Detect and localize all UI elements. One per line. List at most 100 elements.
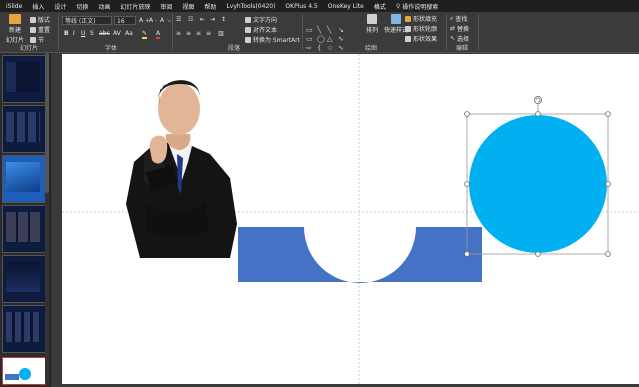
divider <box>58 14 59 50</box>
font-color-button[interactable]: A <box>156 30 161 39</box>
blue-rectangle-shape[interactable] <box>238 227 482 283</box>
tab-transitions[interactable]: 切换 <box>76 2 88 11</box>
smartart-button[interactable]: 转换为 SmartArt <box>245 35 300 44</box>
align-right-button[interactable]: ≡ <box>196 30 201 37</box>
strikethrough-button[interactable]: abc <box>99 30 110 37</box>
select-button[interactable]: ↖ 选择 <box>450 34 469 43</box>
group-label-editing: 编辑 <box>456 45 469 52</box>
line-shape-icon[interactable]: ╲ <box>317 26 321 34</box>
reset-icon <box>30 26 36 33</box>
reset-label: 重置 <box>38 27 51 34</box>
shape-effects-button[interactable]: 形状效果 <box>405 34 437 43</box>
thumbnail-circle <box>19 368 31 380</box>
tab-review[interactable]: 审阅 <box>160 2 172 11</box>
justify-button[interactable]: ≡ <box>206 30 211 37</box>
circle-shape[interactable] <box>469 115 607 253</box>
thumbnail-preview <box>6 312 40 342</box>
slide-thumbnail[interactable] <box>2 305 46 353</box>
arrow-shape-icon[interactable]: ↘ <box>338 26 344 34</box>
shapes-gallery[interactable]: ▭ ╲ ╲ ↘ ▭ ◯ △ ∿ ⇨ { ☆ ∿ <box>305 26 359 54</box>
slide-thumbnail-current[interactable] <box>2 357 46 385</box>
slide-thumbnail[interactable] <box>2 55 46 103</box>
bold-button[interactable]: B <box>64 30 69 37</box>
case-button[interactable]: Aa <box>125 30 133 37</box>
font-name-field[interactable]: 等线 (正文) <box>62 16 112 25</box>
increase-indent-button[interactable]: ⇥ <box>210 16 215 23</box>
arrange-icon <box>367 14 377 24</box>
wave-shape-icon[interactable]: ∿ <box>338 44 344 52</box>
tab-lvyhtools[interactable]: LvyhTools(0420) <box>226 3 275 10</box>
tab-slideshow[interactable]: 幻灯片放映 <box>120 2 150 11</box>
tell-me-search[interactable]: 操作说明搜索 <box>402 2 438 11</box>
underline-button[interactable]: U <box>81 30 85 37</box>
clear-format-button[interactable]: A ↘ <box>160 17 171 24</box>
slide-thumbnail[interactable] <box>2 155 46 203</box>
highlight-button[interactable]: ✎ <box>142 30 148 39</box>
bullets-button[interactable]: ☰ <box>176 16 181 23</box>
line-spacing-button[interactable]: ↕ <box>221 16 226 23</box>
spacing-button[interactable]: AV <box>113 30 121 37</box>
line-shape-icon[interactable]: ╲ <box>327 26 331 34</box>
slide-thumbnail[interactable] <box>2 255 46 303</box>
text-direction-label: 文字方向 <box>253 17 278 24</box>
group-label-drawing: 绘图 <box>365 45 378 52</box>
curve-shape-icon[interactable]: ∿ <box>338 35 344 43</box>
section-label: 节 <box>38 37 45 44</box>
shape-outline-label: 形状轮廓 <box>413 26 438 33</box>
effects-icon <box>405 35 411 42</box>
thumbnail-preview <box>6 112 40 142</box>
tab-design[interactable]: 设计 <box>54 2 66 11</box>
replace-label: 替换 <box>457 26 470 33</box>
align-left-button[interactable]: ≡ <box>176 30 181 37</box>
arrow-shape-icon[interactable]: ⇨ <box>306 44 312 52</box>
rectangle-shape-icon[interactable]: ▭ <box>306 26 313 34</box>
triangle-shape-icon[interactable]: △ <box>327 35 332 43</box>
align-text-button[interactable]: 对齐文本 <box>245 25 277 34</box>
shape-outline-button[interactable]: 形状轮廓 <box>405 24 437 33</box>
oval-shape-icon[interactable]: ◯ <box>317 35 325 43</box>
slide-thumbnail[interactable] <box>2 205 46 253</box>
new-slide-button[interactable]: 新建 幻灯片 <box>6 14 24 44</box>
grow-font-button[interactable]: A + <box>139 17 149 24</box>
search-icon: ⌕ <box>450 14 454 22</box>
thumbnail-preview <box>6 162 40 192</box>
brace-shape-icon[interactable]: { <box>317 44 321 52</box>
tab-animations[interactable]: 动画 <box>98 2 110 11</box>
italic-button[interactable]: I <box>73 30 75 37</box>
divider <box>302 14 303 50</box>
tab-view[interactable]: 视图 <box>182 2 194 11</box>
slide-thumbnail[interactable] <box>2 105 46 153</box>
replace-button[interactable]: ⇄ 替换 <box>450 24 469 33</box>
tab-islide[interactable]: iSlide <box>6 3 22 10</box>
find-button[interactable]: ⌕ 查找 <box>450 14 467 24</box>
decrease-indent-button[interactable]: ⇤ <box>200 16 205 23</box>
menu-bar: iSlide 插入 设计 切换 动画 幻灯片放映 审阅 视图 帮助 LvyhTo… <box>0 0 639 12</box>
shrink-font-button[interactable]: A- <box>149 17 157 24</box>
tab-insert[interactable]: 插入 <box>32 2 44 11</box>
thumbnail-preview <box>6 212 40 242</box>
tab-help[interactable]: 帮助 <box>204 2 216 11</box>
font-size-field[interactable]: 16 <box>114 16 136 25</box>
tab-okplus[interactable]: OKPlus 4.5 <box>285 3 317 10</box>
rotate-handle-icon[interactable] <box>533 95 543 105</box>
shape-fill-button[interactable]: 形状填充 <box>405 14 437 23</box>
numbering-button[interactable]: ☷ <box>188 16 193 23</box>
text-direction-button[interactable]: 文字方向 <box>245 15 277 24</box>
layout-button[interactable]: 版式 <box>30 15 50 24</box>
align-center-button[interactable]: ≡ <box>186 30 191 37</box>
shadow-button[interactable]: S <box>90 30 94 37</box>
thumbnail-scrollbar[interactable] <box>45 53 49 383</box>
rectangle-shape-icon[interactable]: ▭ <box>306 35 313 43</box>
columns-button[interactable]: ▥ <box>218 30 224 37</box>
tab-onekey[interactable]: OneKey Lite <box>328 3 364 10</box>
arrange-button[interactable]: 排列 <box>366 14 378 34</box>
tab-format[interactable]: 格式 <box>374 2 386 11</box>
slide-canvas[interactable] <box>62 54 639 384</box>
scroll-thumb[interactable] <box>45 53 49 193</box>
thumbnail-preview <box>6 62 40 92</box>
portrait-photo[interactable] <box>126 80 237 258</box>
replace-icon: ⇄ <box>450 25 456 32</box>
layout-icon <box>30 16 36 23</box>
star-shape-icon[interactable]: ☆ <box>327 44 333 52</box>
reset-button[interactable]: 重置 <box>30 25 50 34</box>
